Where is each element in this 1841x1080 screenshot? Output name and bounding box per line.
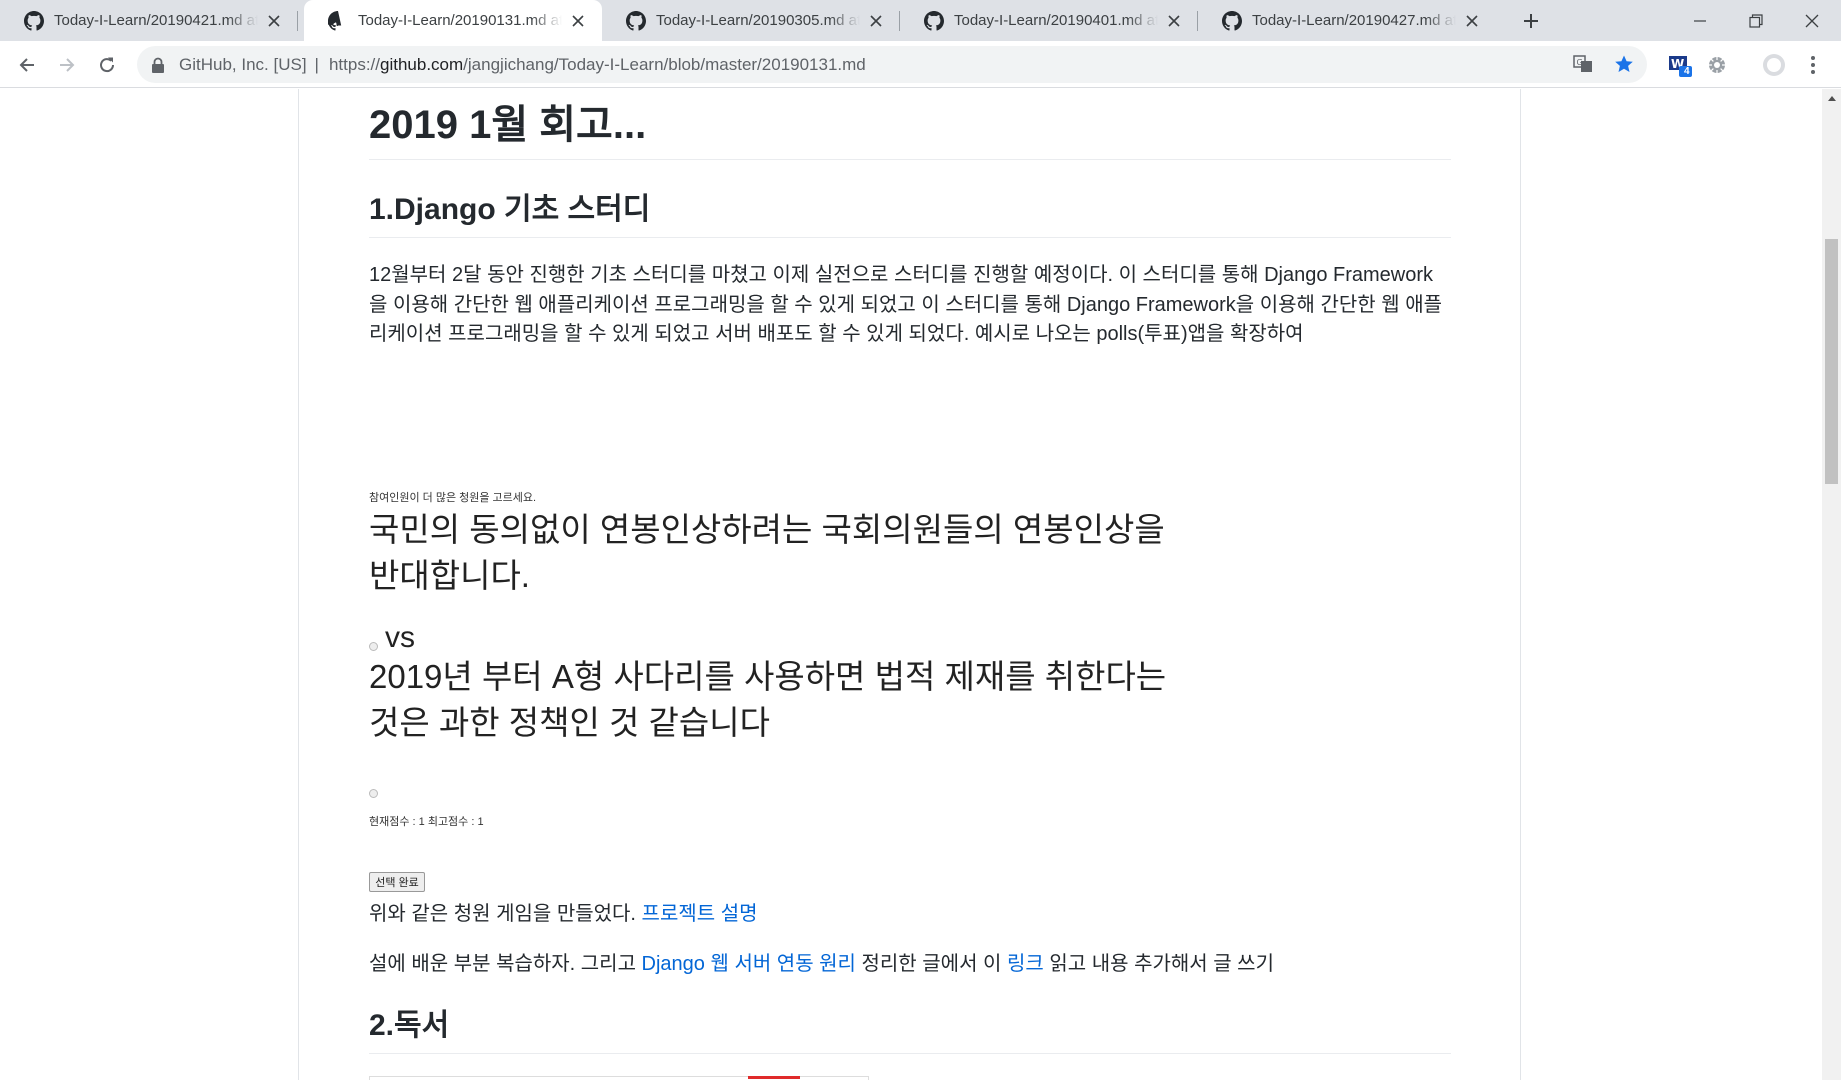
bookmark-star-button[interactable] <box>1607 47 1641 81</box>
image-accent <box>748 1076 800 1079</box>
extension-badge: 4 <box>1684 66 1690 77</box>
submit-button-image: 선택 완료 <box>369 872 425 892</box>
paragraph-text: 정리한 글에서 이 <box>855 953 1007 975</box>
review-paragraph: 설에 배운 부분 복습하자. 그리고 Django 웹 서버 연동 원리 정리한… <box>369 950 1451 980</box>
browser-tab[interactable]: Today-I-Learn/20190305.md at master · ja… <box>602 0 900 41</box>
reload-icon <box>100 57 115 73</box>
option1-line2: 반대합니다. <box>369 557 530 594</box>
tab-title: Today-I-Learn/20190401.md at master · ja… <box>954 12 1158 29</box>
section-heading: 2.독서 <box>369 1007 1451 1054</box>
embedded-image: 참여인원이 더 많은 청원을 고르세요. 국민의 동의없이 연봉인상하려는 국회… <box>369 389 1451 909</box>
score-text: 현재점수 : 1 최고점수 : 1 <box>369 816 484 828</box>
game-prompt: 참여인원이 더 많은 청원을 고르세요. <box>369 492 537 504</box>
project-description-link[interactable]: 프로젝트 설명 <box>642 903 758 925</box>
extension-button[interactable] <box>1701 49 1733 81</box>
option2-line2: 것은 과한 정책인 것 같습니다 <box>369 704 770 741</box>
radio-option1 <box>369 642 378 651</box>
vs-label: vs <box>385 621 415 654</box>
page-viewport: 2019 1월 회고... 1.Django 기초 스터디 12월부터 2달 동… <box>0 89 1822 1080</box>
paragraph-text: 설에 배운 부분 복습하자. 그리고 <box>369 953 642 975</box>
github-icon <box>924 10 944 31</box>
paragraph-text: 읽고 내용 추가해서 글 쓰기 <box>1043 953 1274 975</box>
scroll-up-button[interactable] <box>1822 89 1841 106</box>
translate-button[interactable]: G <box>1566 47 1600 81</box>
django-server-link[interactable]: Django 웹 서버 연동 원리 <box>642 953 856 975</box>
minimize-icon <box>1694 19 1706 22</box>
arrow-right-icon <box>60 58 75 72</box>
github-icon <box>1222 10 1242 31</box>
restore-button[interactable] <box>1728 0 1784 41</box>
kebab-menu-icon <box>1811 56 1815 74</box>
back-button[interactable] <box>11 49 43 81</box>
arrow-left-icon <box>19 58 34 72</box>
translate-icon: G <box>1573 55 1592 72</box>
close-tab-icon[interactable] <box>568 11 588 31</box>
menu-button[interactable] <box>1797 49 1829 81</box>
close-icon <box>1805 14 1819 27</box>
url-path: /jangjichang/Today-I-Learn/blob/master/2… <box>463 54 866 74</box>
extension-w-icon: W <box>1669 56 1692 77</box>
github-icon <box>326 10 348 31</box>
extension-gear-icon <box>1709 57 1725 73</box>
scrollbar-thumb[interactable] <box>1825 239 1838 484</box>
new-tab-button[interactable] <box>1518 8 1544 34</box>
site-identity[interactable]: GitHub, Inc. [US] <box>179 55 307 75</box>
url-text[interactable]: https://github.com/jangjichang/Today-I-L… <box>329 55 866 75</box>
option1-line1: 국민의 동의없이 연봉인상하려는 국회의원들의 연봉인상을 <box>369 511 1165 548</box>
option2-line1: 2019년 부터 A형 사다리를 사용하면 법적 제재를 취한다는 <box>369 658 1167 695</box>
browser-tab-active[interactable]: Today-I-Learn/20190131.md at master · ja… <box>304 0 602 41</box>
profile-button[interactable] <box>1758 49 1790 81</box>
close-tab-icon[interactable] <box>866 11 886 31</box>
plus-icon <box>1524 14 1538 28</box>
radio-option2 <box>369 789 378 798</box>
browser-tab[interactable]: Today-I-Learn/20190427.md at master · ja… <box>1198 0 1496 41</box>
next-image-preview <box>369 1076 869 1080</box>
svg-text:G: G <box>1577 58 1583 67</box>
paragraph-text: 위와 같은 청원 게임을 만들었다. <box>369 903 642 925</box>
section-paragraph: 12월부터 2달 동안 진행한 기초 스터디를 마쳤고 이제 실전으로 스터디를… <box>369 264 1443 345</box>
restore-icon <box>1749 13 1763 28</box>
tab-title: Today-I-Learn/20190305.md at master · ja… <box>656 12 860 29</box>
caret-up-icon <box>1827 95 1836 101</box>
tab-title: Today-I-Learn/20190131.md at master · ja… <box>358 12 562 29</box>
github-icon <box>24 10 44 31</box>
link-link[interactable]: 링크 <box>1007 953 1044 975</box>
project-paragraph: 위와 같은 청원 게임을 만들었다. 프로젝트 설명 <box>369 900 1451 930</box>
tab-separator <box>297 11 298 31</box>
section-heading: 1.Django 기초 스터디 <box>369 191 1451 238</box>
forward-button[interactable] <box>51 49 83 81</box>
github-icon <box>626 10 646 31</box>
tab-title: Today-I-Learn/20190421.md at master · ja… <box>54 12 258 29</box>
lock-icon[interactable] <box>151 57 165 73</box>
url-host: github.com <box>380 54 464 74</box>
content-border <box>1520 89 1521 1080</box>
content-border <box>298 89 299 1080</box>
address-bar[interactable]: GitHub, Inc. [US] | https://github.com/j… <box>137 46 1647 83</box>
page-title: 2019 1월 회고... <box>369 101 1451 160</box>
url-scheme: https:// <box>328 54 380 74</box>
star-icon <box>1615 55 1633 72</box>
browser-tab[interactable]: Today-I-Learn/20190421.md at master · ja… <box>0 0 298 41</box>
avatar-icon <box>1763 54 1785 76</box>
separator: | <box>314 54 319 74</box>
close-window-button[interactable] <box>1784 0 1840 41</box>
tab-strip: Today-I-Learn/20190421.md at master · ja… <box>0 0 1841 41</box>
vertical-scrollbar[interactable] <box>1822 89 1841 1080</box>
browser-tab[interactable]: Today-I-Learn/20190401.md at master · ja… <box>900 0 1198 41</box>
close-tab-icon[interactable] <box>1462 11 1482 31</box>
close-tab-icon[interactable] <box>1164 11 1184 31</box>
extension-button[interactable]: W 4 <box>1665 49 1697 81</box>
reload-button[interactable] <box>91 49 123 81</box>
close-tab-icon[interactable] <box>264 11 284 31</box>
tab-title: Today-I-Learn/20190427.md at master · ja… <box>1252 12 1456 29</box>
minimize-button[interactable] <box>1672 0 1728 41</box>
browser-toolbar: GitHub, Inc. [US] | https://github.com/j… <box>0 41 1841 88</box>
